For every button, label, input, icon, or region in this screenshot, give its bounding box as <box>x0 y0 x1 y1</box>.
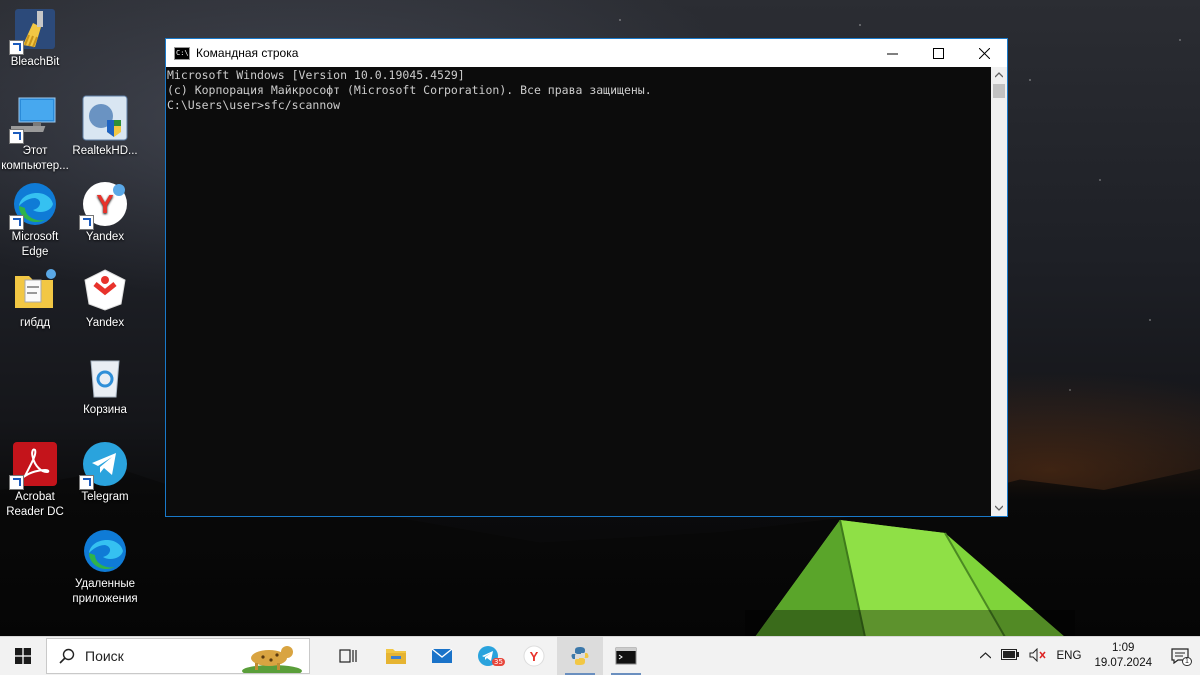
document-icon <box>11 266 59 314</box>
notification-count-badge: 1 <box>1182 657 1192 666</box>
cmd-icon-text: C:\. <box>176 48 193 57</box>
start-button[interactable] <box>0 637 46 675</box>
realtek-icon <box>81 94 129 142</box>
yandex-icon: Y <box>79 180 129 230</box>
desktop-icon-yandex[interactable]: Yandex <box>69 266 141 331</box>
desktop-icon-label: Корзина <box>83 404 127 416</box>
desktop-icon-gibdd[interactable]: гибдд <box>0 266 71 331</box>
desktop-icon-bleachbit[interactable]: BleachBit <box>0 5 71 70</box>
battery-icon <box>1000 649 1019 660</box>
console-line: (c) Корпорация Майкрософт (Microsoft Cor… <box>167 83 652 97</box>
shortcut-arrow-icon <box>9 40 24 55</box>
desktop-icon-label: Yandex <box>85 317 125 329</box>
clock-date: 19.07.2024 <box>1094 657 1152 669</box>
desktop-icon-label: гибдд <box>19 317 51 329</box>
console-line: Microsoft Windows [Version 10.0.19045.45… <box>167 68 465 82</box>
minimize-icon <box>886 53 898 54</box>
search-placeholder: Поиск <box>85 648 124 664</box>
close-button[interactable] <box>961 39 1007 67</box>
folder-icon <box>386 649 406 664</box>
close-icon <box>978 47 990 59</box>
edge-icon <box>9 180 59 230</box>
clock-time: 1:09 <box>1112 642 1135 654</box>
scrollbar-thumb[interactable] <box>993 84 1005 98</box>
cmd-icon <box>615 647 637 665</box>
taskbar-telegram[interactable]: 35 <box>465 637 511 675</box>
mail-icon <box>431 648 453 663</box>
language-indicator[interactable]: ENG <box>1052 650 1087 662</box>
chevron-down-icon <box>995 505 1003 511</box>
computer-icon <box>7 94 59 144</box>
desktop-icon-remote-apps[interactable]: Удаленные приложения <box>69 527 141 607</box>
desktop-icon-label: Yandex <box>85 231 125 243</box>
command-prompt-window[interactable]: C:\. Командная строка Microsoft Windows … <box>165 38 1008 517</box>
desktop-icon-this-pc[interactable]: Этот компьютер... <box>0 94 71 174</box>
recycle-bin-icon <box>81 353 129 401</box>
scroll-up-button[interactable] <box>991 67 1007 83</box>
desktop-icon-label: BleachBit <box>10 56 60 68</box>
telegram-icon <box>79 440 129 490</box>
wallpaper-tent <box>745 515 1075 640</box>
yandex-icon: Y <box>523 645 545 667</box>
window-titlebar[interactable]: C:\. Командная строка <box>166 39 1007 67</box>
windows-logo-icon <box>15 648 31 664</box>
chevron-up-icon <box>979 652 991 659</box>
desktop-icon-label: Telegram <box>81 491 129 503</box>
vertical-scrollbar[interactable] <box>991 67 1007 516</box>
system-tray: ENG 1:09 19.07.2024 1 <box>975 637 1200 675</box>
taskbar: Поиск 35 Y ENG 1:09 19.07.2024 1 <box>0 636 1200 675</box>
edge-icon <box>81 527 129 575</box>
battery-button[interactable] <box>996 649 1024 663</box>
window-title: Командная строка <box>196 46 299 60</box>
cmd-icon: C:\. <box>174 46 193 60</box>
volume-muted-icon <box>1029 647 1046 662</box>
taskbar-command-prompt[interactable] <box>603 637 649 675</box>
maximize-button[interactable] <box>915 39 961 67</box>
desktop-icon-edge[interactable]: Microsoft Edge <box>0 180 71 260</box>
search-highlight-illustration <box>242 646 302 673</box>
desktop-icon-label: Удаленные приложения <box>72 578 138 605</box>
telegram-unread-badge: 35 <box>492 658 505 666</box>
clock[interactable]: 1:09 19.07.2024 <box>1086 641 1160 671</box>
desktop-icon-label: Этот компьютер... <box>1 145 69 172</box>
desktop-icon-acrobat[interactable]: Acrobat Reader DC <box>0 440 71 520</box>
console-output[interactable]: Microsoft Windows [Version 10.0.19045.45… <box>166 67 991 516</box>
minimize-button[interactable] <box>869 39 915 67</box>
chevron-up-icon <box>995 72 1003 78</box>
scroll-down-button[interactable] <box>991 500 1007 516</box>
desktop-icon-label: Microsoft Edge <box>11 231 59 258</box>
shortcut-arrow-icon <box>9 129 24 144</box>
task-view-icon <box>339 649 357 663</box>
svg-text:Y: Y <box>96 189 113 219</box>
maximize-icon <box>932 47 944 59</box>
taskbar-yandex[interactable]: Y <box>511 637 557 675</box>
console-prompt-line[interactable]: C:\Users\user>sfc/scannow <box>167 98 990 113</box>
desktop-icon-telegram[interactable]: Telegram <box>69 440 141 505</box>
taskbar-file-explorer[interactable] <box>373 637 419 675</box>
shortcut-arrow-icon <box>9 475 24 490</box>
shortcut-arrow-icon <box>9 215 24 230</box>
show-hidden-icons-button[interactable] <box>975 650 996 662</box>
desktop-icon-label: Acrobat Reader DC <box>6 491 64 518</box>
task-view-button[interactable] <box>325 637 371 675</box>
search-box[interactable]: Поиск <box>46 638 310 674</box>
taskbar-python[interactable] <box>557 637 603 675</box>
bleachbit-icon <box>9 5 59 55</box>
desktop-icon-label: RealtekHD... <box>72 145 138 157</box>
desktop-icon-realtek[interactable]: RealtekHD... <box>69 94 141 159</box>
shortcut-arrow-icon <box>79 475 94 490</box>
desktop-icon-recycle-bin[interactable]: Корзина <box>69 353 141 418</box>
shortcut-arrow-icon <box>79 215 94 230</box>
yandex-icon <box>81 266 129 314</box>
action-center-button[interactable]: 1 <box>1160 637 1200 675</box>
taskbar-mail[interactable] <box>419 637 465 675</box>
window-controls <box>869 39 1007 67</box>
volume-button[interactable] <box>1024 647 1052 665</box>
desktop-icon-yandex-browser[interactable]: Y Yandex <box>69 180 141 245</box>
python-icon <box>571 647 589 665</box>
svg-text:Y: Y <box>530 649 539 664</box>
acrobat-icon <box>9 440 59 490</box>
search-icon <box>59 648 75 664</box>
